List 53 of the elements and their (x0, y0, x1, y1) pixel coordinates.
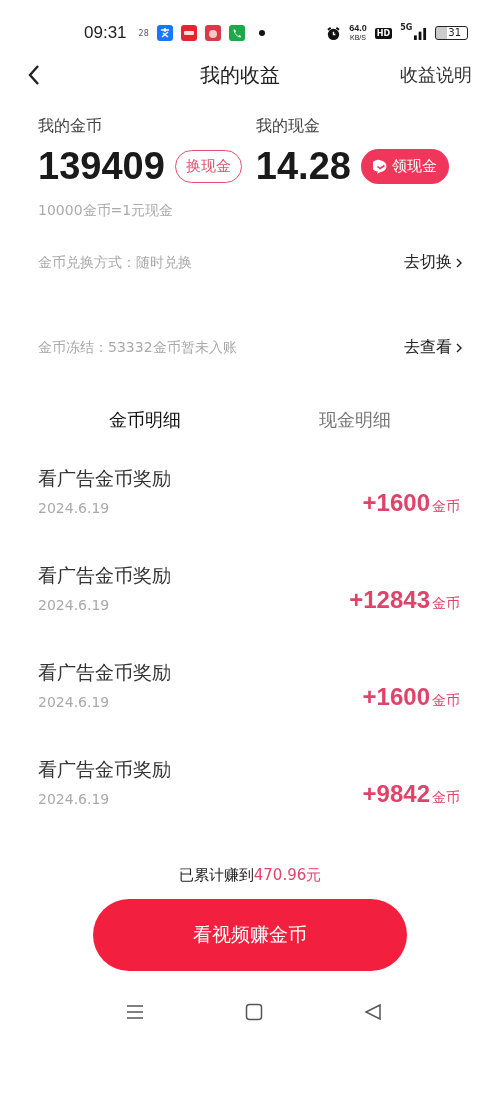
record-date: 2024.6.19 (38, 596, 111, 613)
tab[interactable]: 现金明细 (319, 408, 391, 432)
chat-bubble-icon (372, 158, 389, 175)
alarm-icon (326, 25, 342, 41)
record-date: 2024.6.19 (38, 790, 111, 807)
balance-value: 14.28 (255, 145, 351, 188)
record-date: 2024.6.19 (38, 693, 111, 710)
record-amount: +1600 (362, 488, 430, 517)
network-type: 5G (400, 23, 413, 32)
record-unit: 金币 (432, 691, 460, 710)
signal-icon (414, 26, 428, 40)
more-notifications-icon (258, 30, 265, 36)
withdraw-cash-button[interactable]: 领现金 (360, 149, 449, 184)
chevron-right-icon (456, 257, 462, 268)
info-link[interactable]: 去切换 (404, 252, 462, 273)
app-notification-icon (204, 25, 221, 41)
battery-indicator: 31 (435, 26, 468, 40)
exchange-cash-button[interactable]: 换现金 (174, 150, 242, 183)
back-nav-icon[interactable] (364, 1003, 382, 1021)
record-title: 看广告金币奖励 (38, 465, 171, 491)
tab[interactable]: 金币明细 (109, 408, 181, 432)
record-amount: +1600 (362, 682, 430, 711)
app-notification-icon (180, 25, 197, 41)
network-speed: 64.0 (349, 24, 367, 33)
balance-value: 139409 (38, 145, 165, 188)
record-amount: +12843 (349, 585, 430, 614)
app-notification-icon (156, 25, 173, 41)
record-date: 2024.6.19 (38, 499, 111, 516)
earnings-info-link[interactable]: 收益说明 (400, 63, 472, 87)
record-unit: 金币 (432, 497, 460, 516)
record-title: 看广告金币奖励 (38, 659, 171, 685)
balance-label: 我的现金 (255, 116, 321, 137)
phone-icon (228, 25, 245, 41)
menu-icon[interactable] (126, 1003, 144, 1021)
info-text: 金币兑换方式：随时兑换 (38, 253, 192, 272)
info-text: 金币冻结：53332金币暂未入账 (38, 338, 237, 357)
total-earned-text: 已累计赚到470.96元 (177, 866, 323, 885)
exchange-rate: 10000金币=1元现金 (37, 202, 175, 220)
info-link[interactable]: 去查看 (404, 337, 462, 358)
record-amount: +9842 (362, 779, 430, 808)
watch-video-button[interactable]: 看视频赚金币 (93, 899, 407, 971)
page-title: 我的收益 (199, 61, 281, 89)
record-unit: 金币 (432, 594, 460, 613)
record-unit: 金币 (432, 788, 460, 807)
calendar-date: 28 (138, 28, 149, 38)
record-title: 看广告金币奖励 (38, 756, 171, 782)
balance-label: 我的金币 (38, 116, 103, 137)
chevron-right-icon (456, 342, 462, 353)
hd-badge: HD (374, 27, 393, 39)
record-title: 看广告金币奖励 (38, 562, 171, 588)
back-icon[interactable] (28, 64, 40, 86)
home-icon[interactable] (245, 1003, 263, 1021)
status-time: 09:31 (84, 23, 127, 43)
